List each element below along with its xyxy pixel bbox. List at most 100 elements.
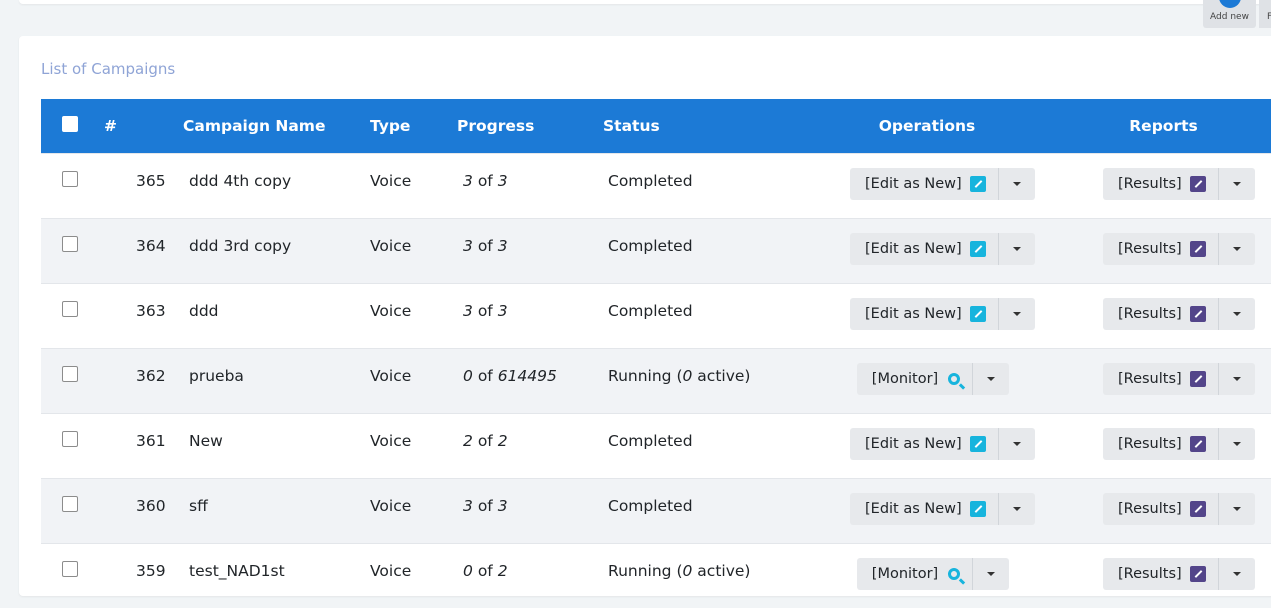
results-button[interactable]: [Results]	[1103, 428, 1218, 460]
table-row: 359 test_NAD1st Voice 0 of 2 Running (0 …	[41, 543, 1271, 608]
operations-button-group: [Edit as New]	[850, 167, 1035, 200]
campaign-name: prueba	[189, 366, 244, 385]
col-status[interactable]: Status	[603, 99, 808, 153]
col-operations: Operations	[878, 116, 976, 135]
operations-button-group: [Monitor]	[856, 557, 1010, 590]
edit-as-new-button[interactable]: [Edit as New]	[850, 428, 998, 460]
reports-dropdown-toggle[interactable]	[1217, 492, 1255, 525]
edit-icon	[969, 175, 986, 192]
caret-down-icon	[1232, 246, 1241, 251]
campaign-type: Voice	[370, 366, 412, 385]
operations-dropdown-toggle[interactable]	[972, 557, 1009, 590]
caret-down-icon	[1232, 571, 1241, 576]
row-checkbox[interactable]	[62, 300, 78, 317]
table-row: 360 sff Voice 3 of 3 Completed [Edit as …	[41, 478, 1271, 543]
reports-dropdown-toggle[interactable]	[1217, 427, 1255, 460]
caret-down-icon	[1012, 506, 1021, 511]
col-campaign-name[interactable]: Campaign Name	[183, 99, 370, 153]
campaign-id: 362	[136, 366, 166, 385]
search-icon	[948, 567, 961, 580]
reports-dropdown-toggle[interactable]	[1217, 297, 1255, 330]
edit-icon	[969, 305, 986, 322]
edit-icon	[969, 500, 986, 517]
campaign-progress: 3 of 3	[463, 171, 508, 190]
reports-dropdown-toggle[interactable]	[1217, 167, 1255, 200]
row-checkbox[interactable]	[62, 560, 78, 577]
caret-down-icon	[1232, 506, 1241, 511]
monitor-button[interactable]: [Monitor]	[857, 558, 972, 590]
secondary-top-button[interactable]: F	[1259, 0, 1271, 28]
campaigns-table: # Campaign Name Type Progress Status Ope…	[41, 99, 1271, 608]
reports-dropdown-toggle[interactable]	[1217, 232, 1255, 265]
add-icon	[1219, 0, 1241, 8]
campaign-progress: 3 of 3	[463, 301, 508, 320]
search-icon	[948, 372, 961, 385]
reports-button-group: [Results]	[1103, 232, 1255, 265]
edit-as-new-button[interactable]: [Edit as New]	[850, 493, 998, 525]
table-row: 362 prueba Voice 0 of 614495 Running (0 …	[41, 348, 1271, 413]
row-checkbox[interactable]	[62, 365, 78, 382]
table-header-row: # Campaign Name Type Progress Status Ope…	[41, 99, 1271, 153]
caret-down-icon	[987, 376, 996, 381]
caret-down-icon	[1012, 246, 1021, 251]
reports-button-group: [Results]	[1103, 297, 1255, 330]
edit-as-new-button[interactable]: [Edit as New]	[850, 233, 998, 265]
row-checkbox[interactable]	[62, 430, 78, 447]
results-button[interactable]: [Results]	[1103, 558, 1218, 590]
campaign-progress: 3 of 3	[463, 496, 508, 515]
table-row: 363 ddd Voice 3 of 3 Completed [Edit as …	[41, 283, 1271, 348]
campaign-id: 360	[136, 496, 166, 515]
results-button[interactable]: [Results]	[1103, 493, 1218, 525]
campaign-type: Voice	[370, 496, 412, 515]
top-card	[19, 0, 1271, 4]
status-text: Completed	[608, 496, 693, 515]
col-type[interactable]: Type	[370, 99, 457, 153]
reports-dropdown-toggle[interactable]	[1217, 557, 1255, 590]
row-checkbox[interactable]	[62, 495, 78, 512]
results-button[interactable]: [Results]	[1103, 233, 1218, 265]
edit-icon	[969, 240, 986, 257]
results-button[interactable]: [Results]	[1103, 168, 1218, 200]
monitor-button[interactable]: [Monitor]	[857, 363, 972, 395]
status-text: Completed	[608, 301, 693, 320]
reports-dropdown-toggle[interactable]	[1217, 362, 1255, 395]
operations-dropdown-toggle[interactable]	[997, 167, 1035, 200]
reports-button-group: [Results]	[1103, 362, 1255, 395]
add-new-button[interactable]: Add new	[1203, 0, 1256, 28]
col-id[interactable]: #	[104, 99, 183, 153]
campaign-type: Voice	[370, 171, 412, 190]
campaign-progress: 0 of 2	[463, 561, 508, 580]
results-button[interactable]: [Results]	[1103, 298, 1218, 330]
operations-dropdown-toggle[interactable]	[997, 427, 1035, 460]
results-edit-icon	[1189, 175, 1206, 192]
caret-down-icon	[1232, 441, 1241, 446]
table-row: 364 ddd 3rd copy Voice 3 of 3 Completed …	[41, 218, 1271, 283]
card-title: List of Campaigns	[41, 60, 176, 78]
caret-down-icon	[1012, 441, 1021, 446]
operations-dropdown-toggle[interactable]	[997, 297, 1035, 330]
col-reports: Reports	[1129, 116, 1198, 135]
campaign-progress: 0 of 614495	[463, 366, 557, 385]
operations-dropdown-toggle[interactable]	[972, 362, 1009, 395]
campaign-id: 359	[136, 561, 166, 580]
edit-icon	[969, 435, 986, 452]
campaign-type: Voice	[370, 561, 412, 580]
results-edit-icon	[1189, 565, 1206, 582]
operations-dropdown-toggle[interactable]	[997, 492, 1035, 525]
results-edit-icon	[1189, 305, 1206, 322]
caret-down-icon	[1232, 181, 1241, 186]
row-checkbox[interactable]	[62, 235, 78, 252]
campaign-progress: 2 of 2	[463, 431, 508, 450]
results-button[interactable]: [Results]	[1103, 363, 1218, 395]
caret-down-icon	[1012, 181, 1021, 186]
edit-as-new-button[interactable]: [Edit as New]	[850, 168, 998, 200]
col-progress[interactable]: Progress	[457, 99, 603, 153]
add-new-label: Add new	[1210, 12, 1249, 22]
reports-button-group: [Results]	[1103, 427, 1255, 460]
operations-dropdown-toggle[interactable]	[997, 232, 1035, 265]
row-checkbox[interactable]	[62, 170, 78, 187]
table-row: 365 ddd 4th copy Voice 3 of 3 Completed …	[41, 153, 1271, 218]
edit-as-new-button[interactable]: [Edit as New]	[850, 298, 998, 330]
select-all-checkbox[interactable]	[62, 115, 78, 132]
operations-button-group: [Edit as New]	[850, 492, 1035, 525]
